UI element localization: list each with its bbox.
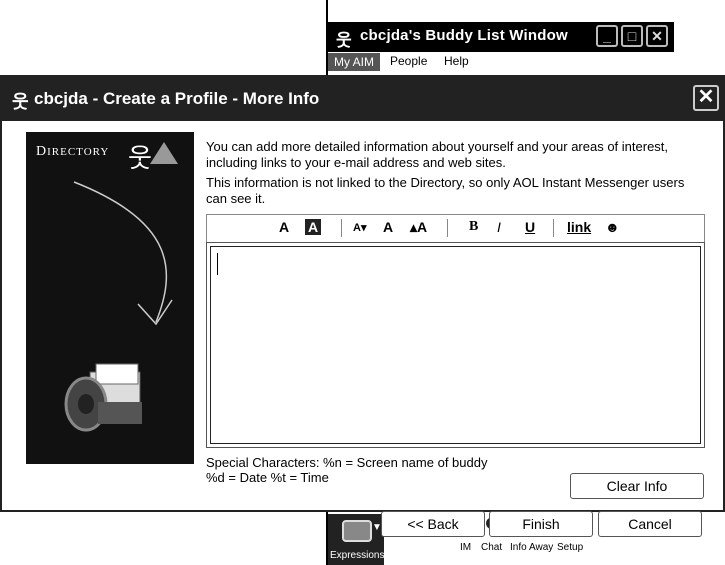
profile-text-editor[interactable] — [206, 242, 705, 448]
create-profile-dialog: 웃 cbcjda - Create a Profile - More Info … — [0, 75, 725, 537]
special-characters-help: Special Characters: %n = Screen name of … — [206, 455, 487, 485]
directory-label: DIRECTORY — [36, 144, 110, 159]
menu-people[interactable]: People — [390, 54, 427, 68]
info-button-label[interactable]: Info — [510, 542, 527, 553]
link-button[interactable]: link — [567, 219, 591, 235]
setup-button-label[interactable]: Setup — [557, 542, 583, 553]
special-characters-line-1: Special Characters: %n = Screen name of … — [206, 455, 488, 470]
expressions-button[interactable]: ▼ Expressions — [328, 514, 384, 565]
aim-running-man-icon: 웃 — [336, 31, 352, 50]
curved-arrow-icon — [73, 181, 173, 326]
text-color-button[interactable]: A — [279, 219, 289, 235]
finish-button[interactable]: Finish — [489, 511, 593, 537]
intro-text-2: This information is not linked to the Di… — [206, 175, 685, 206]
im-button-label[interactable]: IM — [460, 542, 471, 553]
smiley-button[interactable]: ☻ — [605, 219, 620, 235]
menu-my-aim[interactable]: My AIM — [328, 53, 381, 71]
aim-running-man-icon: 웃 — [12, 92, 29, 112]
close-button[interactable]: ✕ — [693, 85, 719, 111]
directory-graphic: DIRECTORY 웃 — [26, 132, 194, 464]
dialog-body: DIRECTORY 웃 You can add more detailed in… — [2, 121, 723, 537]
intro-text-1: You can add more detailed information ab… — [206, 139, 669, 170]
italic-button[interactable]: I — [497, 219, 501, 235]
decrease-font-button[interactable]: A▾ — [353, 221, 366, 234]
cancel-button[interactable]: Cancel — [598, 511, 702, 537]
close-button[interactable]: ✕ — [646, 25, 668, 47]
buddy-list-menu-bar: My AIM People Help — [328, 52, 674, 72]
minimize-button[interactable]: _ — [596, 25, 618, 47]
expressions-icon — [342, 520, 372, 542]
away-button-label[interactable]: Away — [529, 542, 553, 553]
bold-button[interactable]: B — [469, 219, 478, 235]
chat-button-label[interactable]: Chat — [481, 542, 502, 553]
expressions-label: Expressions — [330, 550, 385, 561]
increase-font-button[interactable]: ▴A — [410, 219, 427, 236]
triangle-icon — [150, 142, 178, 164]
dialog-title-bar[interactable]: 웃 cbcjda - Create a Profile - More Info … — [2, 77, 723, 121]
aim-running-man-icon: 웃 — [128, 143, 152, 173]
menu-help[interactable]: Help — [444, 54, 469, 68]
dialog-title: cbcjda - Create a Profile - More Info — [34, 89, 320, 108]
formatting-toolbar: A A A▾ A ▴A B I U link ☻ — [206, 214, 705, 242]
background-color-button[interactable]: A — [305, 219, 322, 235]
special-characters-line-2: %d = Date %t = Time — [206, 470, 329, 485]
back-button[interactable]: << Back — [381, 511, 485, 537]
text-caret — [217, 253, 218, 275]
maximize-button[interactable]: □ — [621, 25, 643, 47]
rolodex-icon — [64, 363, 142, 432]
normal-font-button[interactable]: A — [383, 219, 393, 235]
toolbar-divider — [341, 219, 342, 237]
toolbar-divider — [553, 219, 554, 237]
toolbar-divider — [447, 219, 448, 237]
underline-button[interactable]: U — [525, 219, 535, 235]
clear-info-button[interactable]: Clear Info — [570, 473, 704, 499]
buddy-list-title: cbcjda's Buddy List Window — [360, 27, 568, 44]
editor-area[interactable] — [210, 246, 701, 444]
buddy-list-title-bar[interactable]: 웃 cbcjda's Buddy List Window _ □ ✕ — [328, 22, 674, 52]
